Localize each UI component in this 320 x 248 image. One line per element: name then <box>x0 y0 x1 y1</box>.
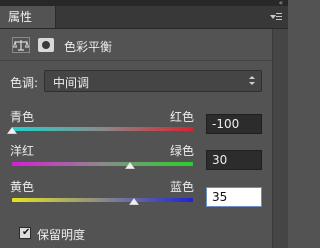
magenta-green-track[interactable] <box>12 162 193 166</box>
balance-scale-icon[interactable] <box>12 37 30 53</box>
yellow-blue-track[interactable] <box>12 198 193 202</box>
adjustment-title: 色彩平衡 <box>64 40 113 54</box>
yellow-blue-slider-thumb[interactable] <box>129 198 140 205</box>
magenta-green-value-field[interactable]: 30 <box>206 150 262 170</box>
magenta-label: 洋红 <box>10 144 35 158</box>
tab-bar: 属性 <box>0 6 288 29</box>
properties-panel: « 属性 色彩平衡 色调: 中间调 青色 红色 -100 洋红 绿色 30 黄色… <box>0 0 288 248</box>
tone-label: 色调: <box>10 76 39 90</box>
cyan-red-value-field[interactable]: -100 <box>206 114 262 134</box>
cyan-red-track[interactable] <box>12 127 193 131</box>
tone-select[interactable]: 中间调 <box>44 70 262 92</box>
properties-header: 色彩平衡 <box>0 29 272 61</box>
select-arrows-icon <box>249 76 255 86</box>
checkmark-icon: ✔ <box>22 227 31 238</box>
cyan-label: 青色 <box>10 110 35 124</box>
yellow-blue-value-field[interactable]: 35 <box>206 187 262 207</box>
red-label: 红色 <box>170 110 195 124</box>
yellow-label: 黄色 <box>10 180 35 194</box>
scrollbar[interactable] <box>272 29 288 248</box>
tone-select-value: 中间调 <box>53 76 90 90</box>
preserve-luminosity-label: 保留明度 <box>37 228 86 242</box>
layer-mask-icon[interactable] <box>38 38 54 52</box>
preserve-luminosity-checkbox[interactable]: ✔ <box>19 227 31 239</box>
tab-properties[interactable]: 属性 <box>0 6 56 28</box>
cyan-red-slider-thumb[interactable] <box>7 127 17 134</box>
panel-menu-icon[interactable] <box>270 12 282 22</box>
green-label: 绿色 <box>170 144 195 158</box>
blue-label: 蓝色 <box>170 180 195 194</box>
magenta-green-slider-thumb[interactable] <box>124 162 135 169</box>
